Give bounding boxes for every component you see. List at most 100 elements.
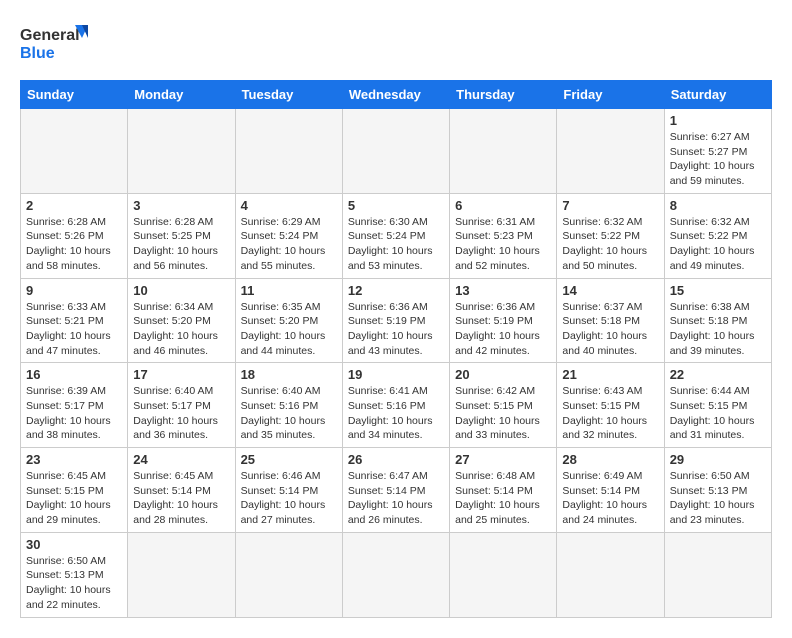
header: GeneralBlue [20, 20, 772, 70]
calendar-cell: 26 Sunrise: 6:47 AMSunset: 5:14 PMDayligh… [342, 448, 449, 533]
day-number: 5 [348, 198, 444, 213]
day-number: 13 [455, 283, 551, 298]
cell-sun-info: Sunrise: 6:31 AMSunset: 5:23 PMDaylight:… [455, 215, 551, 274]
calendar-cell [235, 532, 342, 617]
cell-sun-info: Sunrise: 6:28 AMSunset: 5:26 PMDaylight:… [26, 215, 122, 274]
day-number: 28 [562, 452, 658, 467]
day-number: 24 [133, 452, 229, 467]
calendar-week-row: 16 Sunrise: 6:39 AMSunset: 5:17 PMDayligh… [21, 363, 772, 448]
calendar-cell: 7 Sunrise: 6:32 AMSunset: 5:22 PMDaylight… [557, 193, 664, 278]
calendar-cell: 25 Sunrise: 6:46 AMSunset: 5:14 PMDayligh… [235, 448, 342, 533]
cell-sun-info: Sunrise: 6:40 AMSunset: 5:16 PMDaylight:… [241, 384, 337, 443]
calendar-cell [128, 109, 235, 194]
calendar-cell: 3 Sunrise: 6:28 AMSunset: 5:25 PMDaylight… [128, 193, 235, 278]
calendar-cell: 29 Sunrise: 6:50 AMSunset: 5:13 PMDayligh… [664, 448, 771, 533]
day-number: 10 [133, 283, 229, 298]
day-number: 2 [26, 198, 122, 213]
calendar-cell [450, 532, 557, 617]
calendar-cell: 27 Sunrise: 6:48 AMSunset: 5:14 PMDayligh… [450, 448, 557, 533]
day-number: 7 [562, 198, 658, 213]
svg-text:General: General [20, 27, 80, 44]
cell-sun-info: Sunrise: 6:50 AMSunset: 5:13 PMDaylight:… [670, 469, 766, 528]
cell-sun-info: Sunrise: 6:49 AMSunset: 5:14 PMDaylight:… [562, 469, 658, 528]
cell-sun-info: Sunrise: 6:32 AMSunset: 5:22 PMDaylight:… [562, 215, 658, 274]
cell-sun-info: Sunrise: 6:47 AMSunset: 5:14 PMDaylight:… [348, 469, 444, 528]
logo-svg: GeneralBlue [20, 20, 90, 70]
calendar-cell: 1Sunrise: 6:27 AMSunset: 5:27 PMDaylight… [664, 109, 771, 194]
cell-sun-info: Sunrise: 6:28 AMSunset: 5:25 PMDaylight:… [133, 215, 229, 274]
day-number: 26 [348, 452, 444, 467]
calendar-cell: 15Sunrise: 6:38 AMSunset: 5:18 PMDayligh… [664, 278, 771, 363]
calendar-cell: 14Sunrise: 6:37 AMSunset: 5:18 PMDayligh… [557, 278, 664, 363]
calendar-cell: 17 Sunrise: 6:40 AMSunset: 5:17 PMDayligh… [128, 363, 235, 448]
day-number: 20 [455, 367, 551, 382]
cell-sun-info: Sunrise: 6:27 AMSunset: 5:27 PMDaylight:… [670, 130, 766, 189]
day-number: 14 [562, 283, 658, 298]
day-number: 30 [26, 537, 122, 552]
day-of-week-header: Thursday [450, 81, 557, 109]
day-number: 3 [133, 198, 229, 213]
cell-sun-info: Sunrise: 6:46 AMSunset: 5:14 PMDaylight:… [241, 469, 337, 528]
calendar-week-row: 23Sunrise: 6:45 AMSunset: 5:15 PMDayligh… [21, 448, 772, 533]
calendar-cell: 2 Sunrise: 6:28 AMSunset: 5:26 PMDaylight… [21, 193, 128, 278]
cell-sun-info: Sunrise: 6:44 AMSunset: 5:15 PMDaylight:… [670, 384, 766, 443]
cell-sun-info: Sunrise: 6:35 AMSunset: 5:20 PMDaylight:… [241, 300, 337, 359]
day-of-week-header: Friday [557, 81, 664, 109]
calendar-cell [342, 109, 449, 194]
cell-sun-info: Sunrise: 6:29 AMSunset: 5:24 PMDaylight:… [241, 215, 337, 274]
calendar-cell [235, 109, 342, 194]
day-number: 16 [26, 367, 122, 382]
calendar-cell: 28 Sunrise: 6:49 AMSunset: 5:14 PMDayligh… [557, 448, 664, 533]
day-number: 12 [348, 283, 444, 298]
calendar-week-row: 9Sunrise: 6:33 AMSunset: 5:21 PMDaylight… [21, 278, 772, 363]
cell-sun-info: Sunrise: 6:32 AMSunset: 5:22 PMDaylight:… [670, 215, 766, 274]
cell-sun-info: Sunrise: 6:50 AMSunset: 5:13 PMDaylight:… [26, 554, 122, 613]
calendar-cell [342, 532, 449, 617]
cell-sun-info: Sunrise: 6:42 AMSunset: 5:15 PMDaylight:… [455, 384, 551, 443]
calendar-cell: 12Sunrise: 6:36 AMSunset: 5:19 PMDayligh… [342, 278, 449, 363]
cell-sun-info: Sunrise: 6:40 AMSunset: 5:17 PMDaylight:… [133, 384, 229, 443]
calendar-cell: 13Sunrise: 6:36 AMSunset: 5:19 PMDayligh… [450, 278, 557, 363]
cell-sun-info: Sunrise: 6:39 AMSunset: 5:17 PMDaylight:… [26, 384, 122, 443]
cell-sun-info: Sunrise: 6:34 AMSunset: 5:20 PMDaylight:… [133, 300, 229, 359]
day-of-week-header: Monday [128, 81, 235, 109]
calendar-cell: 19Sunrise: 6:41 AMSunset: 5:16 PMDayligh… [342, 363, 449, 448]
calendar-cell [557, 109, 664, 194]
day-number: 18 [241, 367, 337, 382]
calendar-week-row: 1Sunrise: 6:27 AMSunset: 5:27 PMDaylight… [21, 109, 772, 194]
calendar-cell: 21Sunrise: 6:43 AMSunset: 5:15 PMDayligh… [557, 363, 664, 448]
calendar-cell [128, 532, 235, 617]
calendar-cell: 9Sunrise: 6:33 AMSunset: 5:21 PMDaylight… [21, 278, 128, 363]
calendar-cell: 18 Sunrise: 6:40 AMSunset: 5:16 PMDayligh… [235, 363, 342, 448]
cell-sun-info: Sunrise: 6:48 AMSunset: 5:14 PMDaylight:… [455, 469, 551, 528]
calendar-cell: 23Sunrise: 6:45 AMSunset: 5:15 PMDayligh… [21, 448, 128, 533]
day-of-week-header: Saturday [664, 81, 771, 109]
calendar-cell: 24 Sunrise: 6:45 AMSunset: 5:14 PMDayligh… [128, 448, 235, 533]
calendar-cell: 11Sunrise: 6:35 AMSunset: 5:20 PMDayligh… [235, 278, 342, 363]
day-of-week-header: Sunday [21, 81, 128, 109]
calendar-week-row: 30 Sunrise: 6:50 AMSunset: 5:13 PMDayligh… [21, 532, 772, 617]
cell-sun-info: Sunrise: 6:33 AMSunset: 5:21 PMDaylight:… [26, 300, 122, 359]
calendar: SundayMondayTuesdayWednesdayThursdayFrid… [20, 80, 772, 618]
calendar-cell: 6 Sunrise: 6:31 AMSunset: 5:23 PMDaylight… [450, 193, 557, 278]
day-number: 27 [455, 452, 551, 467]
calendar-cell: 20 Sunrise: 6:42 AMSunset: 5:15 PMDayligh… [450, 363, 557, 448]
day-number: 29 [670, 452, 766, 467]
calendar-cell [450, 109, 557, 194]
calendar-cell [557, 532, 664, 617]
day-number: 19 [348, 367, 444, 382]
cell-sun-info: Sunrise: 6:38 AMSunset: 5:18 PMDaylight:… [670, 300, 766, 359]
day-number: 21 [562, 367, 658, 382]
day-number: 4 [241, 198, 337, 213]
day-number: 17 [133, 367, 229, 382]
day-number: 23 [26, 452, 122, 467]
calendar-cell: 8Sunrise: 6:32 AMSunset: 5:22 PMDaylight… [664, 193, 771, 278]
calendar-cell: 22Sunrise: 6:44 AMSunset: 5:15 PMDayligh… [664, 363, 771, 448]
calendar-cell: 4 Sunrise: 6:29 AMSunset: 5:24 PMDaylight… [235, 193, 342, 278]
cell-sun-info: Sunrise: 6:30 AMSunset: 5:24 PMDaylight:… [348, 215, 444, 274]
calendar-cell [664, 532, 771, 617]
day-number: 6 [455, 198, 551, 213]
cell-sun-info: Sunrise: 6:45 AMSunset: 5:14 PMDaylight:… [133, 469, 229, 528]
calendar-header-row: SundayMondayTuesdayWednesdayThursdayFrid… [21, 81, 772, 109]
day-number: 25 [241, 452, 337, 467]
